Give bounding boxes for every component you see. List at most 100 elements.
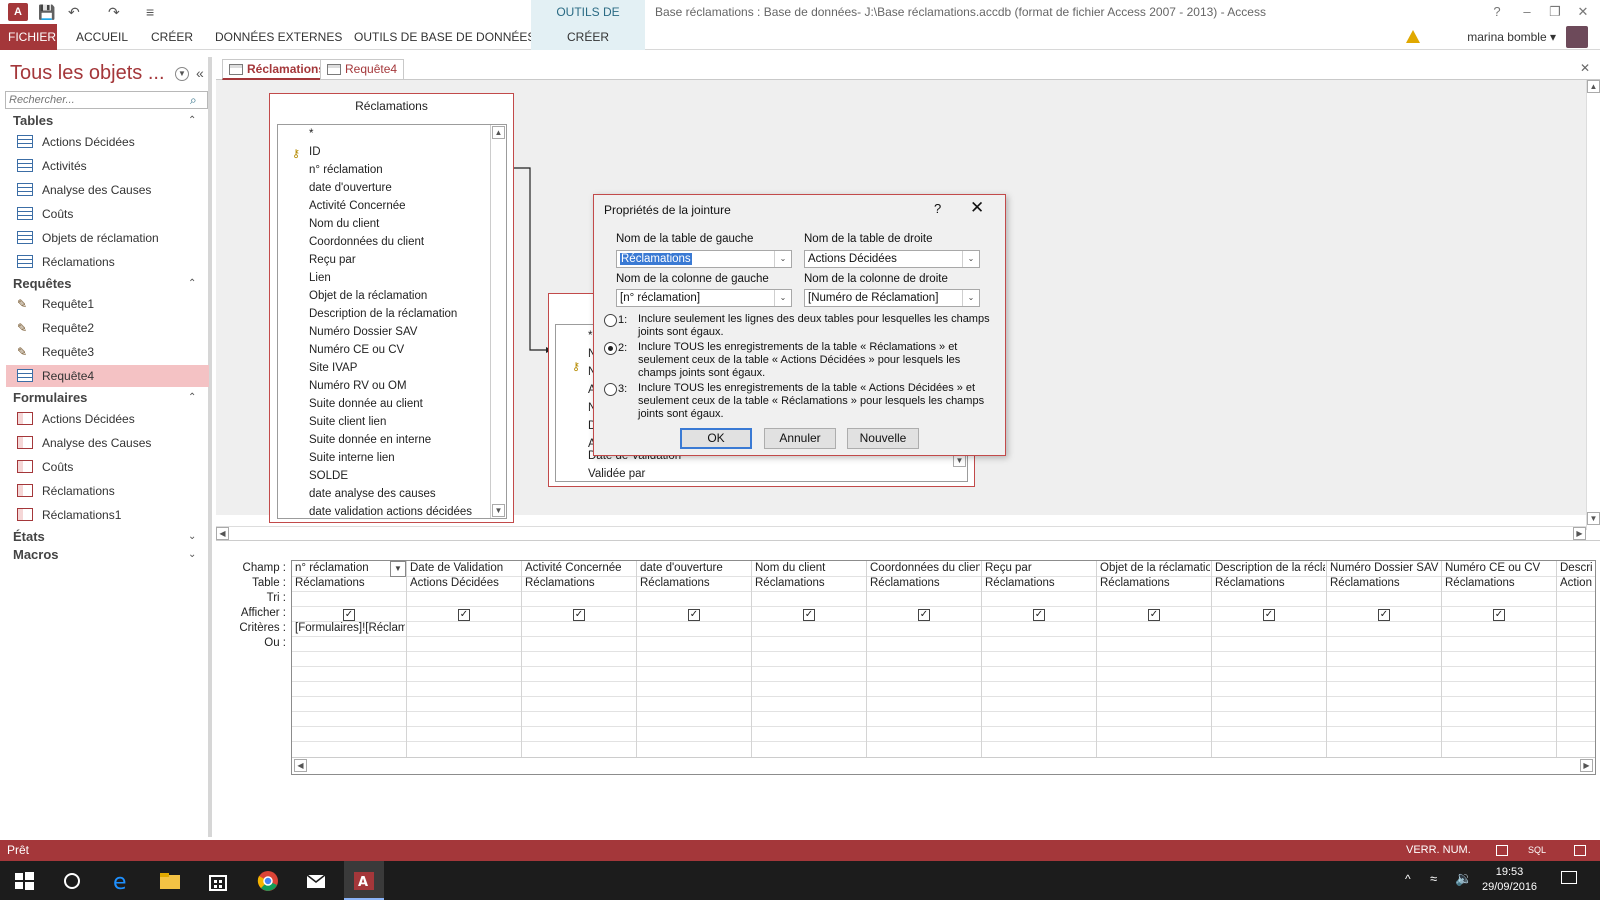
scroll-up-icon[interactable]: ▲ (1587, 80, 1600, 93)
close-window-button[interactable]: ✕ (1570, 2, 1596, 22)
show-checkbox[interactable]: ✓ (1493, 609, 1505, 621)
qbe-field-cell[interactable]: Reçu par (985, 562, 1095, 574)
qbe-column[interactable]: Nom du client Réclamations ✓ (752, 561, 867, 757)
field-item[interactable]: Site IVAP (309, 359, 357, 377)
qbe-table-cell[interactable]: Réclamations (1215, 577, 1325, 589)
table-box-title[interactable]: Réclamations (270, 94, 513, 119)
group-tables[interactable]: Tables (13, 113, 53, 128)
qbe-field-cell[interactable]: date d'ouverture (640, 562, 750, 574)
nav-collapse-icon[interactable]: « (196, 65, 204, 81)
search-icon[interactable]: ⌕ (190, 93, 197, 108)
show-checkbox[interactable]: ✓ (803, 609, 815, 621)
restore-button[interactable]: ❐ (1542, 2, 1568, 22)
qbe-field-cell[interactable]: Numéro CE ou CV (1445, 562, 1555, 574)
field-item[interactable]: * (588, 327, 592, 345)
datasheet-view-icon[interactable] (1496, 845, 1508, 856)
nav-menu-dropdown-icon[interactable]: ▼ (175, 67, 189, 81)
nav-table-activites[interactable]: Activités (6, 155, 209, 177)
qbe-column[interactable]: Date de Validation Actions Décidées ✓ (407, 561, 522, 757)
qbe-grid[interactable]: n° réclamation ▼ Réclamations ✓ [Formula… (291, 560, 1596, 775)
sql-view-icon[interactable]: SQL (1528, 840, 1546, 861)
field-item[interactable]: date analyse des causes (309, 485, 436, 503)
save-icon[interactable]: 💾 (38, 4, 55, 20)
qbe-field-cell[interactable]: n° réclamation (295, 562, 405, 574)
nav-query-requete2[interactable]: ✎ Requête2 (6, 317, 209, 339)
ok-button[interactable]: OK (680, 428, 752, 449)
qbe-column[interactable]: Activité Concernée Réclamations ✓ (522, 561, 637, 757)
field-item[interactable]: Nom du client (309, 215, 379, 233)
avatar[interactable] (1566, 26, 1588, 48)
wifi-icon[interactable]: ≈ (1430, 871, 1437, 886)
qbe-column[interactable]: Coordonnées du client Réclamations ✓ (867, 561, 982, 757)
group-macros[interactable]: Macros (13, 547, 59, 562)
nav-form-actions-decidees[interactable]: Actions Décidées (6, 408, 209, 430)
field-item[interactable]: SOLDE (309, 467, 348, 485)
qbe-criteria-cell[interactable]: [Formulaires]![Réclamations] (295, 622, 405, 634)
doc-tab-reclamations[interactable]: Réclamations (222, 59, 333, 80)
doc-tab-requete4[interactable]: Requête4 (320, 59, 405, 80)
left-table-select[interactable]: Réclamations ⌄ (616, 250, 792, 268)
qbe-field-cell[interactable]: Date de Validation (410, 562, 520, 574)
qbe-table-cell[interactable]: Réclamations (755, 577, 865, 589)
qbe-field-cell[interactable]: Description de la réclamation (1215, 562, 1325, 574)
qbe-table-cell[interactable]: Réclamations (1445, 577, 1555, 589)
qbe-table-cell[interactable]: Réclamations (640, 577, 750, 589)
field-item[interactable]: Suite donnée au client (309, 395, 423, 413)
join-option-2-radio[interactable] (604, 342, 617, 355)
field-item[interactable]: Suite donnée en interne (309, 431, 431, 449)
horizontal-scrollbar[interactable]: ◀ ▶ (216, 526, 1586, 540)
qbe-field-cell[interactable]: Objet de la réclamation (1100, 562, 1210, 574)
field-item[interactable]: date validation actions décidées (309, 503, 472, 518)
field-item[interactable]: * (309, 125, 313, 143)
chrome-icon[interactable] (256, 869, 280, 893)
qbe-table-cell[interactable]: Réclamations (1330, 577, 1440, 589)
vertical-scrollbar[interactable]: ▲ ▼ (1586, 80, 1600, 530)
scroll-down-icon[interactable]: ▼ (492, 504, 505, 517)
field-item[interactable]: Suite client lien (309, 413, 386, 431)
qbe-column[interactable]: Objet de la réclamation Réclamations ✓ (1097, 561, 1212, 757)
field-item[interactable]: ID (309, 143, 321, 161)
show-checkbox[interactable]: ✓ (343, 609, 355, 621)
dialog-help-button[interactable]: ? (934, 201, 941, 216)
table-box-reclamations[interactable]: Réclamations ⚷ * ID n° réclamation date … (269, 93, 514, 523)
nav-form-reclamations1[interactable]: Réclamations1 (6, 504, 209, 526)
join-option-3-text[interactable]: Inclure TOUS les enregistrements de la t… (638, 382, 993, 421)
show-checkbox[interactable]: ✓ (688, 609, 700, 621)
notification-center-icon[interactable] (1561, 871, 1577, 884)
pane-splitter[interactable] (216, 540, 1600, 548)
field-item[interactable]: Coordonnées du client (309, 233, 424, 251)
field-item[interactable]: Objet de la réclamation (309, 287, 427, 305)
mail-icon[interactable] (304, 869, 328, 893)
chevron-down-icon[interactable]: ⌄ (774, 290, 791, 306)
minimize-button[interactable]: – (1514, 2, 1540, 22)
tab-outils-base-donnees[interactable]: OUTILS DE BASE DE DONNÉES (346, 24, 543, 50)
qbe-field-cell[interactable]: Nom du client (755, 562, 865, 574)
scroll-right-icon[interactable]: ▶ (1580, 759, 1593, 772)
show-checkbox[interactable]: ✓ (918, 609, 930, 621)
store-icon[interactable] (206, 869, 230, 893)
chevron-up-icon[interactable]: ⌃ (188, 392, 196, 403)
group-etats[interactable]: États (13, 529, 45, 544)
nav-table-couts[interactable]: Coûts (6, 203, 209, 225)
show-checkbox[interactable]: ✓ (458, 609, 470, 621)
customize-qat-icon[interactable]: ≡ (146, 4, 154, 20)
field-list[interactable]: ⚷ * ID n° réclamation date d'ouverture A… (277, 124, 507, 519)
show-checkbox[interactable]: ✓ (573, 609, 585, 621)
user-account[interactable]: marina bomble ▾ (1467, 24, 1556, 50)
chevron-down-icon[interactable]: ⌄ (774, 251, 791, 267)
join-option-2-text[interactable]: Inclure TOUS les enregistrements de la t… (638, 341, 993, 380)
chevron-down-icon[interactable]: ⌄ (962, 290, 979, 306)
tab-donnees-externes[interactable]: DONNÉES EXTERNES (207, 24, 350, 50)
qbe-field-cell[interactable]: Coordonnées du client (870, 562, 980, 574)
field-item[interactable]: Numéro RV ou OM (309, 377, 407, 395)
scroll-right-icon[interactable]: ▶ (1573, 527, 1586, 540)
qbe-table-cell[interactable]: Actions Décidées (410, 577, 520, 589)
scroll-down-icon[interactable]: ▼ (1587, 512, 1600, 525)
qbe-table-cell[interactable]: Action (1560, 577, 1595, 589)
dialog-close-button[interactable]: ✕ (970, 198, 984, 218)
qbe-horizontal-scrollbar[interactable]: ◀ ▶ (292, 757, 1595, 774)
field-item[interactable]: Reçu par (309, 251, 356, 269)
help-button[interactable]: ? (1484, 2, 1510, 22)
cancel-button[interactable]: Annuler (764, 428, 836, 449)
field-item[interactable]: Numéro Dossier SAV (309, 323, 417, 341)
